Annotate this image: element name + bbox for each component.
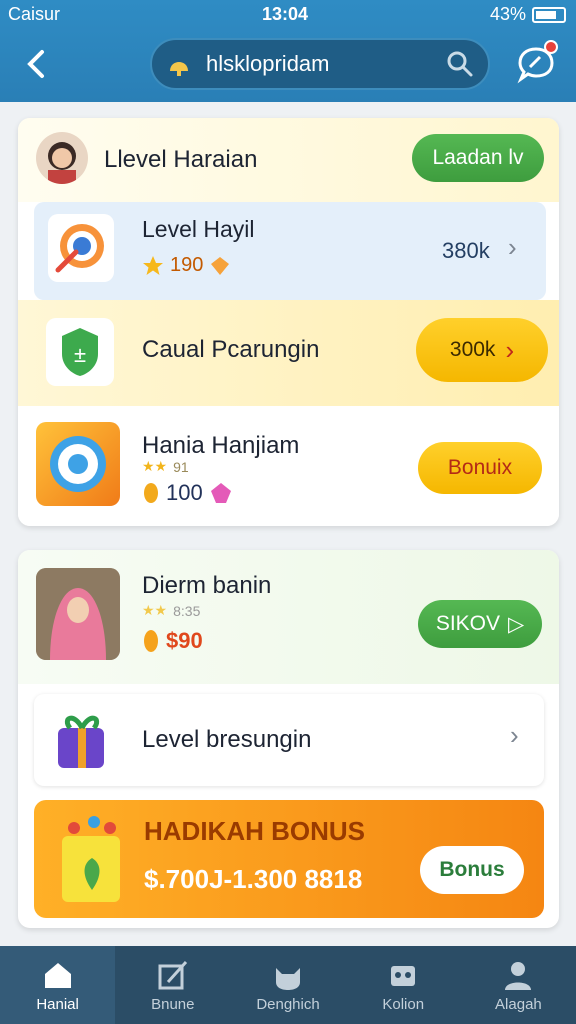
notification-button[interactable]: [516, 40, 558, 84]
gem-icon: [210, 483, 231, 503]
chevron-right-icon: ›: [510, 720, 519, 750]
gift-icon: [44, 704, 120, 776]
robot-icon: [391, 965, 416, 986]
bonus-button[interactable]: Bonuix: [418, 442, 542, 494]
nav-item-edit[interactable]: Bnune: [115, 946, 230, 1024]
edit-icon: [158, 960, 187, 989]
nav-item-collection[interactable]: Kolion: [346, 946, 461, 1024]
item-title: Caual Pcarungin: [142, 336, 320, 363]
lamp-icon: [170, 62, 188, 76]
chevron-left-icon: [27, 50, 44, 78]
price-label: 300k: [449, 338, 496, 361]
home-icon: [44, 962, 71, 988]
shield-icon: ±: [46, 318, 114, 386]
coins-value: 100: [166, 480, 203, 505]
nav-item-pet[interactable]: Denghich: [230, 946, 345, 1024]
action-label: SIKOV: [435, 612, 501, 635]
points-value: 190: [170, 254, 204, 276]
bonus-amount: $.700J-1.300 8818: [144, 864, 363, 894]
wheel-image: [50, 436, 106, 492]
status-right: 43%: [490, 4, 566, 25]
profile-photo: [36, 568, 120, 660]
list-item-level-hayil[interactable]: Level Hayil 190 380k ›: [34, 202, 546, 300]
battery-percent: 43%: [489, 4, 526, 24]
chevron-right-icon: ›: [505, 334, 515, 365]
bonus-banner[interactable]: HADIKAH BONUS $.700J-1.300 8818 Bonus: [34, 800, 544, 918]
chevron-right-icon: ›: [508, 232, 517, 262]
nav-label: Kolion: [382, 995, 425, 1013]
list-item-level-bresungin[interactable]: Level bresungin ›: [34, 694, 544, 786]
nav-label: Alagah: [495, 995, 542, 1013]
top-bar: Caisur 13:04 43% hlsklopridam: [0, 0, 576, 102]
nav-label: Denghich: [256, 995, 320, 1013]
nav-item-home[interactable]: Hanial: [0, 946, 116, 1024]
back-button[interactable]: [18, 44, 54, 84]
svg-text:±: ±: [74, 342, 86, 367]
target-image: [55, 224, 104, 273]
coin-icon: [144, 630, 158, 652]
bonus-title: HADIKAH BONUS: [144, 816, 365, 846]
coins-value: $90: [166, 628, 203, 653]
stars-icon: ★★: [142, 458, 168, 474]
nav-label: Bnune: [151, 995, 195, 1013]
rating-value: 91: [173, 458, 189, 475]
profile-image: [36, 568, 120, 660]
user-icon: [505, 961, 532, 990]
gift-image: [58, 715, 104, 768]
item-title: Hania Hanjiam: [142, 432, 300, 459]
level-action-button[interactable]: Laadan lv: [412, 134, 544, 182]
bonus-claim-button[interactable]: Bonus: [420, 846, 524, 894]
carrier-label: Caisur: [8, 4, 61, 24]
battery-icon: [532, 6, 566, 23]
profile-action-button[interactable]: SIKOV ▷: [418, 600, 542, 648]
search-icon[interactable]: [446, 50, 474, 78]
gift-box-icon: [44, 806, 140, 910]
item-title: Level Hayil: [142, 216, 255, 242]
stars-icon: ★★: [142, 602, 168, 618]
nav-item-profile[interactable]: Alagah: [461, 946, 576, 1024]
avatar: [36, 132, 88, 184]
level-title: Llevel Haraian: [104, 146, 258, 173]
profile-card: Dierm banin ★★ 8:35 $90 SIKOV ▷ Level br…: [18, 550, 559, 928]
shield-image: ±: [62, 328, 98, 376]
avatar-image: [48, 142, 76, 184]
level-card: Llevel Haraian Laadan lv Level Hayil 190…: [18, 118, 559, 526]
rating-value: 8:35: [173, 602, 201, 619]
item-title: Level bresungin: [142, 726, 312, 753]
list-item-caual[interactable]: ± Caual Pcarungin 300k ›: [18, 300, 559, 406]
gem-icon: [211, 256, 230, 275]
level-card-header: Llevel Haraian Laadan lv: [18, 118, 559, 202]
wheel-icon: [36, 422, 120, 506]
clock: 13:04: [262, 4, 309, 24]
coins: $90: [142, 628, 203, 654]
target-icon: [48, 214, 114, 282]
pet-icon: [276, 967, 300, 990]
item-points: 190: [142, 254, 231, 277]
coin-icon: [144, 483, 158, 503]
list-item-profile[interactable]: Dierm banin ★★ 8:35 $90 SIKOV ▷: [18, 550, 559, 684]
play-icon: ▷: [508, 612, 525, 636]
status-bar: Caisur 13:04 43%: [0, 0, 576, 28]
search-input[interactable]: hlsklopridam: [206, 51, 446, 77]
bottom-nav: Hanial Bnune Denghich Kolion Alagah: [0, 946, 576, 1024]
nav-label: Hanial: [36, 995, 79, 1013]
list-item-hania[interactable]: Hania Hanjiam ★★ 91 100 Bonuix: [18, 406, 559, 526]
gift-box-image: [62, 816, 120, 902]
star-icon: [143, 255, 163, 275]
rating: ★★ 8:35: [142, 602, 200, 619]
item-title: Dierm banin: [142, 572, 272, 599]
coins: 100: [142, 480, 233, 506]
notification-dot: [544, 40, 558, 54]
rating: ★★ 91: [142, 458, 189, 475]
price-button[interactable]: 300k ›: [416, 318, 548, 382]
search-field[interactable]: hlsklopridam: [150, 38, 490, 90]
item-value: 380k: [442, 238, 490, 263]
